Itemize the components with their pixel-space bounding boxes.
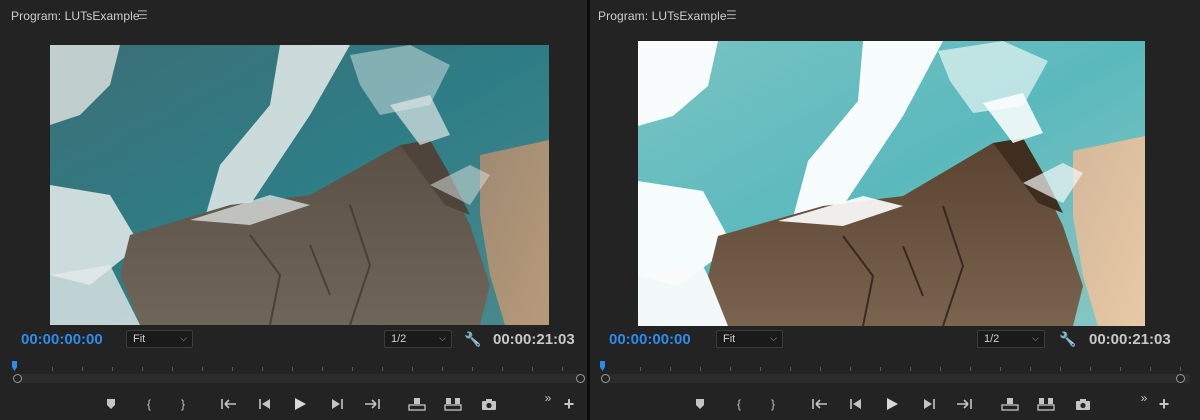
program-monitor-right: Program: LUTsExample ☰ 00:00:00:00 Fit ⌵…: [590, 0, 1200, 420]
more-controls-icon[interactable]: »: [1133, 387, 1155, 409]
scroll-handle-end[interactable]: [576, 374, 585, 383]
wrench-icon[interactable]: 🔧: [464, 331, 481, 348]
button-editor-plus-icon[interactable]: +: [1153, 393, 1175, 415]
menu-icon[interactable]: ☰: [137, 8, 148, 22]
transport-controls: { } » +: [689, 391, 1199, 415]
zoom-scroll-bar[interactable]: [18, 374, 580, 383]
step-back-icon[interactable]: [845, 393, 867, 415]
go-to-out-icon[interactable]: [361, 393, 383, 415]
add-marker-icon[interactable]: [100, 393, 122, 415]
video-preview[interactable]: [50, 45, 549, 325]
extract-icon[interactable]: [1035, 393, 1057, 415]
add-marker-icon[interactable]: [689, 393, 711, 415]
go-to-out-icon[interactable]: [953, 393, 975, 415]
more-controls-icon[interactable]: »: [537, 387, 559, 409]
chevron-down-icon: ⌵: [1032, 333, 1039, 343]
panel-tab-bar: Program: LUTsExample ☰: [0, 0, 587, 30]
resolution-select-value: 1/2: [984, 333, 1000, 345]
play-icon[interactable]: [289, 393, 311, 415]
duration-timecode: 00:00:21:03: [1089, 331, 1171, 348]
step-forward-icon[interactable]: [326, 393, 348, 415]
wrench-icon[interactable]: 🔧: [1059, 331, 1076, 348]
zoom-select-value: Fit: [133, 333, 146, 345]
chevron-down-icon: ⌵: [439, 333, 446, 343]
lift-icon[interactable]: [406, 393, 428, 415]
transport-controls: { } » +: [100, 391, 587, 415]
zoom-select[interactable]: Fit ⌵: [716, 330, 783, 348]
lift-icon[interactable]: [999, 393, 1021, 415]
chevron-down-icon: ⌵: [180, 333, 187, 343]
scroll-handle-start[interactable]: [601, 374, 610, 383]
playhead[interactable]: [600, 361, 605, 371]
button-editor-plus-icon[interactable]: +: [558, 393, 580, 415]
ocean-footage-original: [50, 45, 549, 325]
play-icon[interactable]: [881, 393, 903, 415]
zoom-scroll-bar[interactable]: [606, 374, 1190, 383]
go-to-in-icon[interactable]: [218, 393, 240, 415]
time-ruler[interactable]: [12, 358, 586, 386]
time-ruler[interactable]: [600, 358, 1196, 386]
program-monitor-left: Program: LUTsExample ☰ 00:00:00:00 Fit ⌵…: [0, 0, 587, 420]
scroll-handle-end[interactable]: [1176, 374, 1185, 383]
resolution-select[interactable]: 1/2 ⌵: [977, 330, 1045, 348]
resolution-select[interactable]: 1/2 ⌵: [384, 330, 452, 348]
go-to-in-icon[interactable]: [809, 393, 831, 415]
mark-out-icon[interactable]: }: [762, 393, 784, 415]
duration-timecode: 00:00:21:03: [493, 331, 575, 348]
chevron-down-icon: ⌵: [770, 333, 777, 343]
current-timecode[interactable]: 00:00:00:00: [21, 331, 103, 348]
menu-icon[interactable]: ☰: [726, 8, 737, 22]
mark-out-icon[interactable]: }: [172, 393, 194, 415]
panel-title[interactable]: Program: LUTsExample: [11, 9, 140, 23]
extract-icon[interactable]: [442, 393, 464, 415]
zoom-select-value: Fit: [723, 333, 736, 345]
mark-in-icon[interactable]: {: [728, 393, 750, 415]
ocean-footage-lut: [638, 41, 1145, 326]
resolution-select-value: 1/2: [391, 333, 407, 345]
mark-in-icon[interactable]: {: [138, 393, 160, 415]
step-forward-icon[interactable]: [918, 393, 940, 415]
zoom-select[interactable]: Fit ⌵: [126, 330, 193, 348]
playhead[interactable]: [12, 361, 17, 371]
export-frame-icon[interactable]: [1072, 393, 1094, 415]
video-preview[interactable]: [638, 41, 1145, 326]
step-back-icon[interactable]: [254, 393, 276, 415]
panel-title[interactable]: Program: LUTsExample: [598, 9, 727, 23]
scroll-handle-start[interactable]: [13, 374, 22, 383]
panel-tab-bar: Program: LUTsExample ☰: [590, 0, 1200, 30]
current-timecode[interactable]: 00:00:00:00: [609, 331, 691, 348]
export-frame-icon[interactable]: [478, 393, 500, 415]
